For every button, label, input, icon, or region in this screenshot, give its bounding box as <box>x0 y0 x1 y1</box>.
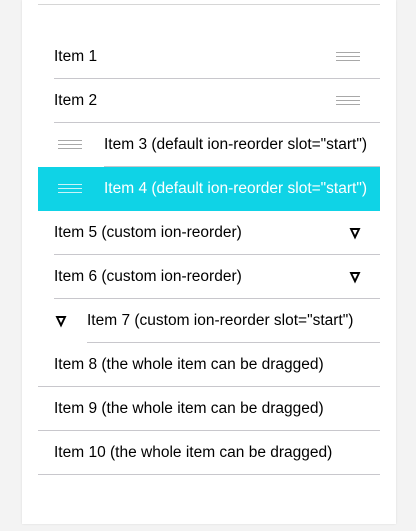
reorder-handle-icon[interactable] <box>58 140 82 150</box>
list-item-7[interactable]: Item 7 (custom ion-reorder slot="start") <box>22 299 396 343</box>
item-label: Item 4 (default ion-reorder slot="start"… <box>104 180 367 197</box>
list-item-10[interactable]: Item 10 (the whole item can be dragged) <box>22 431 396 475</box>
list-item-8[interactable]: Item 8 (the whole item can be dragged) <box>22 343 396 387</box>
shield-icon[interactable] <box>55 315 67 328</box>
reorder-handle-icon[interactable] <box>336 96 360 106</box>
top-divider <box>38 4 380 5</box>
reorder-handle-icon[interactable] <box>58 184 82 194</box>
list-item-6[interactable]: Item 6 (custom ion-reorder) <box>22 255 396 299</box>
item-separator <box>38 474 380 475</box>
item-label: Item 3 (default ion-reorder slot="start"… <box>104 136 367 153</box>
item-label: Item 8 (the whole item can be dragged) <box>54 356 324 373</box>
list-item-9[interactable]: Item 9 (the whole item can be dragged) <box>22 387 396 431</box>
item-label: Item 1 <box>54 48 98 65</box>
reorder-handle-icon[interactable] <box>336 52 360 62</box>
item-label: Item 5 (custom ion-reorder) <box>54 224 242 241</box>
reorder-list: Item 1 Item 2 Item 3 (default ion-reorde… <box>22 35 396 475</box>
shield-icon[interactable] <box>349 227 361 240</box>
shield-icon[interactable] <box>349 271 361 284</box>
list-item-4-active[interactable]: Item 4 (default ion-reorder slot="start"… <box>38 167 380 211</box>
item-label: Item 6 (custom ion-reorder) <box>54 268 242 285</box>
reorder-list-card: Item 1 Item 2 Item 3 (default ion-reorde… <box>22 0 396 524</box>
item-label: Item 10 (the whole item can be dragged) <box>54 444 333 461</box>
list-item-5[interactable]: Item 5 (custom ion-reorder) <box>22 211 396 255</box>
item-label: Item 2 <box>54 92 98 109</box>
item-label: Item 9 (the whole item can be dragged) <box>54 400 324 417</box>
list-item-1[interactable]: Item 1 <box>22 35 396 79</box>
list-item-2[interactable]: Item 2 <box>22 79 396 123</box>
item-label: Item 7 (custom ion-reorder slot="start") <box>87 312 354 329</box>
list-item-3[interactable]: Item 3 (default ion-reorder slot="start"… <box>22 123 396 167</box>
